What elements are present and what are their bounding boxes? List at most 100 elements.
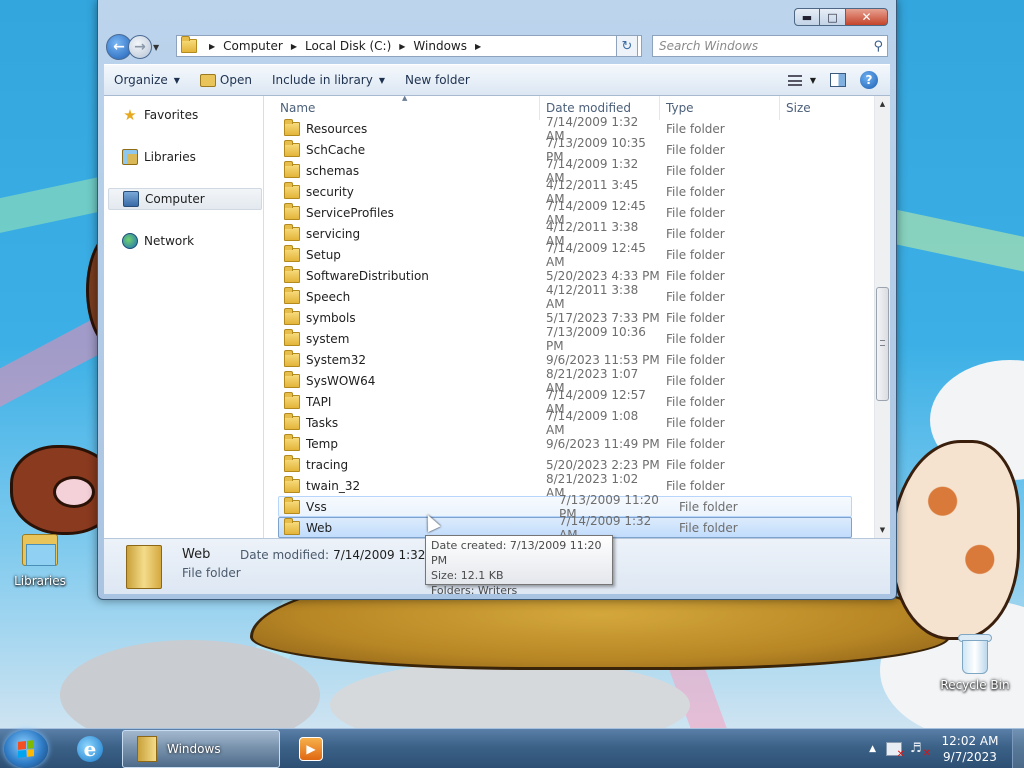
organize-button[interactable]: Organize ▼: [104, 68, 190, 92]
speaker-muted-icon[interactable]: ♬: [910, 742, 931, 762]
new-folder-button[interactable]: New folder: [395, 68, 480, 92]
folder-icon: [284, 328, 300, 346]
file-name: Setup: [306, 247, 341, 262]
file-row[interactable]: Setup 7/14/2009 12:45 AM File folder: [266, 241, 874, 269]
file-row[interactable]: Speech 4/12/2011 3:38 AM File folder: [266, 283, 874, 311]
file-name-cell: Resources: [266, 118, 540, 136]
address-bar[interactable]: ▶ Computer ▶ Local Disk (C:) ▶ Windows ▶…: [176, 35, 642, 57]
toolbar-right-group: ▼ ?: [787, 71, 890, 89]
file-name-cell: Temp: [266, 433, 540, 451]
column-name[interactable]: ▲ Name: [266, 96, 540, 120]
nav-item-computer[interactable]: Computer: [108, 188, 262, 210]
folder-icon: [284, 139, 300, 157]
preview-pane-icon[interactable]: [830, 73, 846, 87]
folder-icon: [284, 349, 300, 367]
nav-item-libraries[interactable]: Libraries: [108, 146, 262, 168]
file-name: Tasks: [306, 415, 339, 430]
include-in-library-button[interactable]: Include in library ▼: [262, 68, 395, 92]
search-icon[interactable]: ⚲: [873, 39, 883, 54]
folder-icon: [284, 265, 300, 283]
folder-tooltip: Date created: 7/13/2009 11:20 PM Size: 1…: [425, 535, 613, 597]
minimize-button[interactable]: ▬: [794, 8, 820, 26]
breadcrumb-separator-icon[interactable]: ▶: [291, 42, 297, 51]
scroll-thumb[interactable]: [876, 287, 889, 401]
nav-item-network[interactable]: Network: [108, 230, 262, 252]
breadcrumb-windows[interactable]: Windows: [413, 39, 467, 53]
navigation-pane: ★ Favorites Libraries Computer Network: [104, 96, 264, 538]
help-icon[interactable]: ?: [860, 71, 878, 89]
details-name: Web: [182, 547, 211, 562]
taskbar-explorer-window[interactable]: Windows: [122, 730, 280, 768]
file-row[interactable]: system 7/13/2009 10:36 PM File folder: [266, 325, 874, 353]
refresh-button[interactable]: ↻: [616, 35, 638, 57]
star-icon: ★: [123, 106, 137, 124]
details-modified-label: Date modified:: [240, 548, 330, 562]
desktop-icon-recycle-bin[interactable]: Recycle Bin: [935, 632, 1015, 692]
file-rows: Resources 7/14/2009 1:32 AM File folder Sch…: [266, 115, 874, 538]
scroll-up-icon[interactable]: ▲: [875, 96, 890, 112]
explorer-window: ▬ □ ✕ ← → ▼ ▶ Computer ▶ Local Disk (C:)…: [97, 0, 897, 600]
file-name-cell: security: [266, 181, 540, 199]
maximize-button[interactable]: □: [820, 8, 846, 26]
desktop-icon-libraries[interactable]: Libraries: [0, 524, 80, 588]
show-desktop-button[interactable]: [1012, 729, 1024, 768]
taskbar-media-player[interactable]: ▶: [288, 730, 334, 768]
sort-ascending-icon: ▲: [402, 96, 408, 102]
file-type: File folder: [666, 142, 725, 157]
breadcrumb-separator-icon[interactable]: ▶: [475, 42, 481, 51]
clock[interactable]: 12:02 AM 9/7/2023: [938, 733, 1002, 765]
close-button[interactable]: ✕: [846, 8, 888, 26]
forward-button[interactable]: →: [128, 35, 152, 59]
folder-icon: [284, 202, 300, 220]
folder-icon: [284, 412, 300, 430]
recent-pages-dropdown[interactable]: ▼: [153, 43, 159, 52]
folder-icon: [284, 433, 300, 451]
nav-item-favorites[interactable]: ★ Favorites: [108, 104, 262, 126]
breadcrumb-local-disk[interactable]: Local Disk (C:): [305, 39, 391, 53]
file-name-cell: tracing: [266, 454, 540, 472]
file-row[interactable]: Temp 9/6/2023 11:49 PM File folder: [266, 433, 874, 454]
taskbar-internet-explorer[interactable]: e: [66, 730, 114, 768]
open-folder-icon: [199, 73, 216, 87]
navigation-bar: ← → ▼ ▶ Computer ▶ Local Disk (C:) ▶ Win…: [106, 34, 888, 60]
breadcrumb-separator-icon[interactable]: ▶: [209, 42, 215, 51]
clock-time: 12:02 AM: [941, 734, 999, 748]
open-button[interactable]: Open: [190, 68, 262, 92]
file-name: schemas: [306, 163, 360, 178]
libraries-icon: [16, 524, 64, 572]
file-type: File folder: [679, 499, 738, 514]
breadcrumb-separator-icon[interactable]: ▶: [399, 42, 405, 51]
column-size[interactable]: Size: [780, 96, 860, 120]
caption-buttons: ▬ □ ✕: [794, 8, 888, 26]
file-type: File folder: [666, 352, 725, 367]
file-date: 5/20/2023 4:33 PM: [546, 268, 660, 283]
clock-date: 9/7/2023: [943, 750, 997, 764]
file-list: ▲ Name Date modified Type Size Resources…: [266, 96, 890, 538]
search-input[interactable]: Search Windows ⚲: [652, 35, 888, 57]
show-hidden-icons-icon[interactable]: ▲: [869, 744, 876, 754]
file-date: 9/6/2023 11:53 PM: [546, 352, 660, 367]
folder-icon: [284, 370, 300, 388]
file-type: File folder: [666, 289, 725, 304]
action-center-icon[interactable]: [886, 742, 905, 760]
folder-icon: [284, 475, 300, 493]
start-button[interactable]: [4, 730, 48, 768]
file-row[interactable]: Tasks 7/14/2009 1:08 AM File folder: [266, 409, 874, 437]
change-view-button[interactable]: ▼: [787, 74, 816, 86]
file-name-cell: schemas: [266, 160, 540, 178]
file-type: File folder: [666, 436, 725, 451]
folder-icon: [284, 244, 300, 262]
scroll-down-icon[interactable]: ▼: [875, 522, 890, 538]
column-type[interactable]: Type: [660, 96, 780, 120]
breadcrumb-computer[interactable]: Computer: [223, 39, 283, 53]
file-name-cell: SchCache: [266, 139, 540, 157]
file-name: servicing: [306, 226, 361, 241]
file-type: File folder: [666, 268, 725, 283]
vertical-scrollbar[interactable]: ▲ ▼: [874, 96, 890, 538]
nav-item-label: Network: [144, 234, 195, 248]
file-name: Vss: [306, 499, 327, 514]
folder-icon: [284, 160, 300, 178]
folder-icon: [137, 736, 157, 762]
file-type: File folder: [666, 163, 725, 178]
include-label: Include in library: [271, 73, 373, 87]
